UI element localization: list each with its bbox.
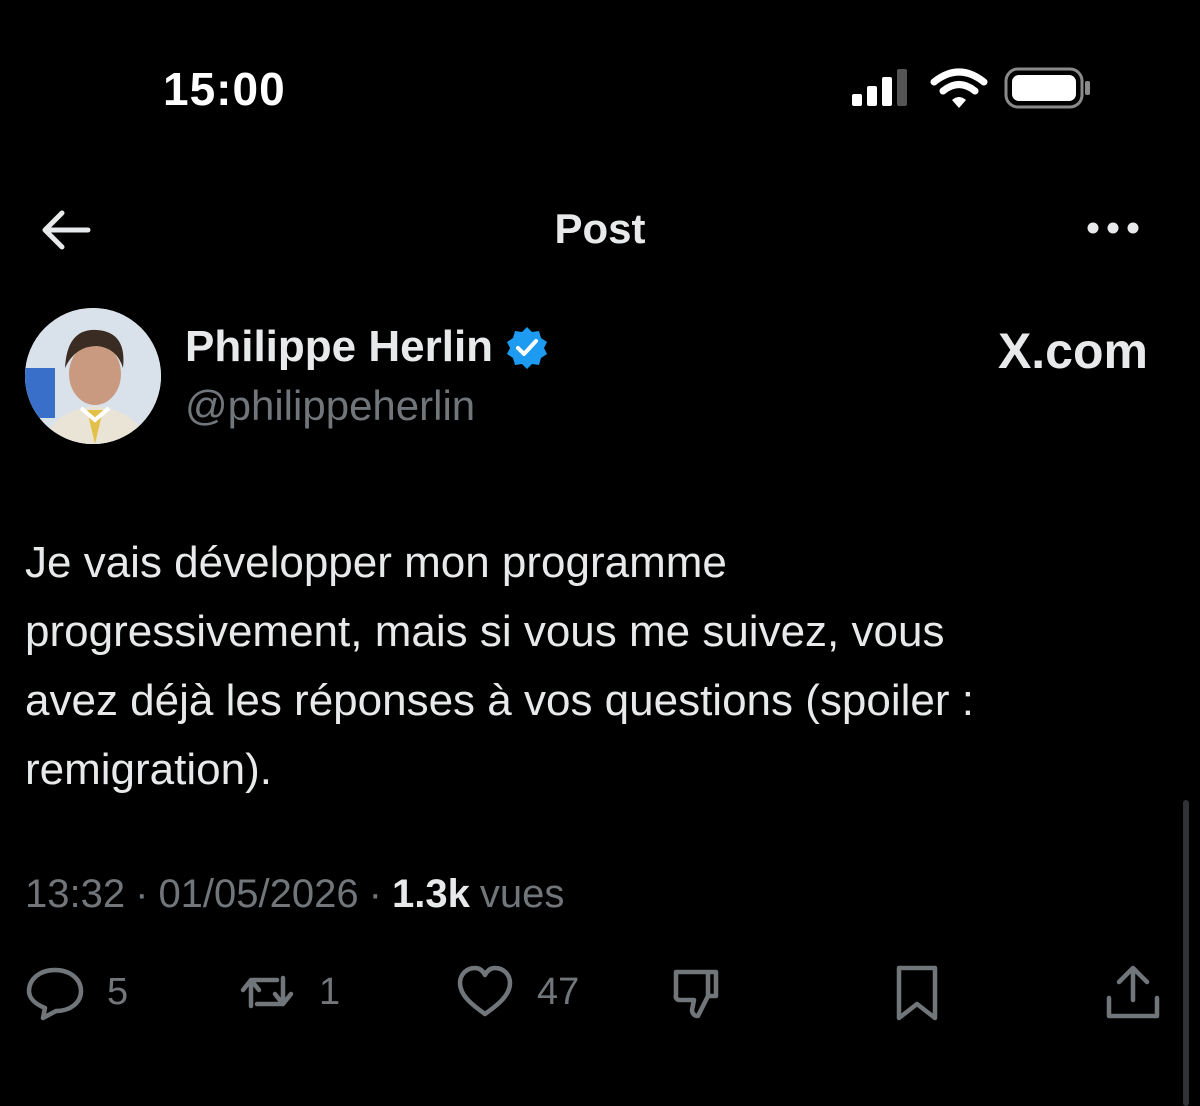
status-time: 15:00 [163, 63, 286, 115]
action-bar: 5 1 47 [25, 962, 1165, 1032]
meta-separator: · [368, 872, 382, 916]
repost-button[interactable]: 1 [237, 962, 340, 1022]
battery-icon [1004, 67, 1090, 109]
avatar-portrait-icon [25, 308, 161, 444]
post-meta: 13:32 · 01/05/2026 · 1.3k vues [25, 872, 564, 917]
author-handle[interactable]: @philippeherlin [185, 382, 475, 430]
bookmark-button[interactable] [887, 962, 947, 1022]
verified-badge-icon [507, 327, 548, 369]
post-date[interactable]: 01/05/2026 [158, 872, 358, 917]
avatar[interactable] [25, 308, 161, 444]
page-title: Post [554, 205, 646, 252]
meta-separator: · [135, 872, 149, 916]
views-label: vues [479, 872, 565, 916]
like-count: 47 [537, 970, 580, 1013]
bookmark-icon [896, 965, 938, 1021]
reply-count: 5 [107, 970, 129, 1013]
repost-count: 1 [319, 970, 341, 1013]
repost-icon [240, 975, 294, 1009]
share-button[interactable] [1103, 962, 1163, 1022]
more-horizontal-icon[interactable] [1086, 216, 1140, 240]
post-time[interactable]: 13:32 [25, 872, 125, 917]
like-button[interactable]: 47 [455, 962, 579, 1022]
wifi-icon [930, 68, 988, 108]
cellular-signal-icon [852, 69, 907, 106]
author-name[interactable]: Philippe Herlin [185, 322, 493, 372]
author-name-row[interactable]: Philippe Herlin [185, 322, 549, 372]
views-count: 1.3k [391, 872, 470, 916]
share-icon [1106, 965, 1160, 1019]
scrollbar[interactable] [1183, 800, 1189, 1106]
reply-button[interactable]: 5 [25, 962, 128, 1022]
reply-icon [26, 967, 84, 1021]
heart-icon [457, 965, 513, 1017]
post-text: Je vais développer mon programme progres… [25, 538, 974, 794]
thumbs-down-icon [673, 969, 719, 1019]
watermark: X.com [997, 323, 1148, 379]
downvote-button[interactable] [670, 962, 730, 1022]
